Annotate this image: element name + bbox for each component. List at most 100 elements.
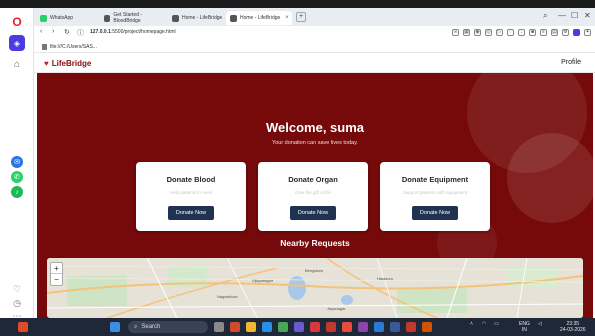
url-path: :5500/project/homepage.html (110, 29, 176, 35)
wallet-icon[interactable]: ▤ (551, 29, 558, 36)
messenger-icon[interactable]: ✉ (11, 156, 23, 168)
zoom-out-button[interactable]: − (51, 274, 62, 285)
brand-name: LifeBridge (51, 59, 92, 68)
tab-home-active[interactable]: Home - LifeBridge × (226, 11, 292, 25)
app-icon[interactable] (390, 322, 400, 332)
heart-outline-icon[interactable]: ♡ (507, 29, 514, 36)
download-icon[interactable]: ↓ (518, 29, 525, 36)
map-label: Halasuru (377, 276, 394, 281)
browser-sidebar: O ◈ ⌂ ✉ ✆ ♪ ♡ ◷ ⋯ (0, 8, 34, 321)
camera-icon[interactable]: ◉ (474, 29, 481, 36)
minimize-icon[interactable]: — (558, 11, 566, 20)
tab-get-started[interactable]: Get Started - BloodBridge (100, 11, 166, 25)
card-subtitle: Help patients in need (169, 190, 213, 195)
app-icon[interactable] (230, 322, 240, 332)
close-tab-icon[interactable]: × (285, 15, 289, 21)
app-icon[interactable] (342, 322, 352, 332)
tab-bar: WhatsApp Get Started - BloodBridge Home … (34, 8, 595, 26)
search-placeholder: Search (141, 324, 161, 330)
settings-icon[interactable]: ⚙ (562, 29, 569, 36)
file-explorer-icon[interactable] (246, 322, 256, 332)
chrome-icon[interactable] (278, 322, 288, 332)
heart-logo-icon: ♥ (44, 59, 49, 68)
search-icon: ⌕ (134, 323, 138, 330)
app-icon[interactable] (294, 322, 304, 332)
profile-link[interactable]: Profile (561, 59, 581, 66)
donate-organ-button[interactable]: Donate Now (290, 206, 336, 220)
app-icon[interactable] (422, 322, 432, 332)
maximize-icon[interactable]: ☐ (571, 11, 578, 20)
opera-logo-icon[interactable]: O (8, 13, 26, 31)
card-title: Donate Blood (166, 175, 216, 184)
card-donate-blood: Donate Blood Help patients in need Donat… (136, 162, 246, 231)
app-icon[interactable] (358, 322, 368, 332)
spotify-icon[interactable]: ♪ (11, 186, 23, 198)
screen: O ◈ ⌂ ✉ ✆ ♪ ♡ ◷ ⋯ WhatsApp Get Started -… (0, 0, 595, 336)
tab-whatsapp[interactable]: WhatsApp (36, 11, 98, 25)
page-tab-icon (104, 14, 111, 22)
zoom-in-button[interactable]: + (51, 263, 62, 274)
back-icon[interactable]: ‹ (40, 28, 42, 35)
card-donate-organ: Donate Organ Give the gift of life Donat… (258, 162, 368, 231)
card-donate-equipment: Donate Equipment Support patients with e… (380, 162, 490, 231)
donate-blood-button[interactable]: Donate Now (168, 206, 214, 220)
tray-chevron-icon[interactable]: ˄ (470, 321, 473, 327)
map-label: Jayanagar (327, 306, 346, 311)
wifi-icon[interactable]: ◠ (482, 321, 486, 327)
map-zoom-control: + − (50, 262, 63, 286)
top-strip (0, 0, 595, 8)
app-icon[interactable] (310, 322, 320, 332)
tab-home-1[interactable]: Home - LifeBridge (168, 11, 224, 25)
language-indicator[interactable]: ENG IN (519, 321, 530, 333)
map-tiles (47, 258, 583, 318)
opera-taskbar-icon[interactable] (406, 322, 416, 332)
url-field[interactable]: 127.0.0.1:5500/project/homepage.html (90, 29, 176, 35)
windows-taskbar: ⌕ Search ˄ ◠ ▭ ENG IN ◁ 23:35 24-03-2026 (0, 318, 595, 336)
tab-label: Get Started - BloodBridge (113, 12, 143, 24)
menu-icon[interactable]: ≡ (540, 29, 547, 36)
donate-equipment-button[interactable]: Donate Now (412, 206, 458, 220)
page-tab-icon (172, 14, 179, 22)
map-label: Bengaluru (305, 268, 324, 273)
reload-icon[interactable]: ↻ (64, 28, 70, 36)
address-bar: ‹ › ↻ ⓘ 127.0.0.1:5500/project/homepage.… (34, 26, 595, 42)
vpn-icon[interactable]: ◎ (485, 29, 492, 36)
bookmarks-bar: file:///C:/Users/SAS... (34, 42, 595, 53)
card-title: Donate Organ (288, 175, 338, 184)
task-view-icon[interactable] (214, 322, 224, 332)
nearby-map[interactable]: + − Bengaluru Nagarbhavi Vijayanagar Hal… (47, 258, 583, 318)
close-window-icon[interactable]: ✕ (584, 11, 591, 20)
whatsapp-icon[interactable]: ✆ (11, 171, 23, 183)
map-label: Nagarbhavi (217, 294, 238, 299)
tab-label: WhatsApp (50, 15, 74, 21)
windows-start-icon[interactable] (110, 322, 120, 332)
extension-icon[interactable]: ■ (529, 29, 536, 36)
site-info-icon[interactable]: ⓘ (77, 28, 84, 38)
app-icon[interactable] (326, 322, 336, 332)
new-tab-button[interactable]: + (296, 12, 306, 22)
home-icon[interactable]: ⌂ (8, 55, 26, 73)
ai-icon[interactable]: ✦ (584, 29, 591, 36)
bookmark-item[interactable]: file:///C:/Users/SAS... (42, 44, 97, 50)
battery-icon[interactable]: ▭ (494, 321, 499, 327)
card-title: Donate Equipment (401, 175, 469, 184)
edge-icon[interactable] (262, 322, 272, 332)
bookmark-label: file:///C:/Users/SAS... (50, 44, 97, 50)
decorative-circle (507, 133, 593, 223)
taskbar-search[interactable]: ⌕ Search (128, 321, 208, 333)
vscode-icon[interactable] (374, 322, 384, 332)
search-tabs-icon[interactable]: ⌕ (543, 11, 547, 21)
weather-icon[interactable] (18, 322, 28, 332)
card-subtitle: Support patients with equipment (402, 190, 468, 195)
tagline: Your donation can save lives today. (272, 140, 358, 146)
volume-icon[interactable]: ◁ (538, 321, 542, 327)
aria-toolbar-icon[interactable] (573, 29, 580, 36)
clock[interactable]: 23:35 24-03-2026 (560, 321, 586, 333)
play-icon[interactable]: ▷ (496, 29, 503, 36)
aria-icon[interactable]: ◈ (9, 35, 25, 51)
web-page: ♥ LifeBridge Profile Welcome, suma Your … (34, 53, 595, 318)
forward-icon[interactable]: › (52, 28, 54, 35)
grid-icon[interactable]: ▦ (463, 29, 470, 36)
brand-logo[interactable]: ♥ LifeBridge (44, 59, 91, 68)
share-icon[interactable]: ∞ (452, 29, 459, 36)
